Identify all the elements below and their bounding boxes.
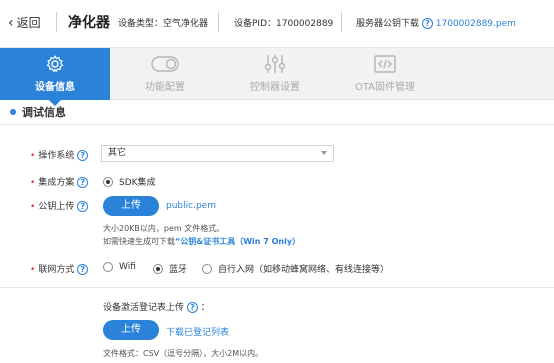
os-label: • 操作系统 ? [30, 148, 89, 161]
download-registered-list-link[interactable]: 下载已登记列表 [166, 325, 229, 338]
section-title-text: 调试信息 [22, 106, 66, 119]
key-tool-hint: 如需快速生成可下载“公钥&证书工具（Win 7 Only） [103, 236, 300, 247]
tab-label: 控制器设置 [250, 82, 300, 93]
radio-checked-icon [153, 263, 163, 274]
bullet-dot [10, 109, 16, 115]
required-asterisk: • [30, 202, 36, 212]
required-asterisk: • [30, 151, 36, 161]
gear-icon [0, 48, 110, 78]
tab-ota-firmware[interactable]: OTA固件管理 [330, 48, 440, 100]
server-key-download: 服务器公钥下载 ? 1700002889.pem [356, 16, 516, 29]
radio-label: SDK集成 [119, 178, 156, 188]
colon: ： [200, 303, 210, 313]
chevron-left-icon: ‹ [8, 14, 14, 31]
toggle-icon [110, 48, 220, 78]
radio-label: 蓝牙 [169, 265, 188, 275]
help-icon[interactable]: ? [186, 302, 198, 313]
integration-radio-sdk[interactable]: SDK集成 [103, 175, 156, 188]
radio-label: Wifi [119, 262, 136, 272]
tab-label: 功能配置 [145, 82, 185, 93]
key-tool-link[interactable]: “公钥&证书工具（Win 7 Only） [175, 237, 300, 246]
divider [218, 12, 219, 32]
required-asterisk: • [30, 178, 36, 188]
os-select-value: 其它 [108, 148, 127, 158]
network-radio-self[interactable]: 自行入网（如移动蜂窝网络、有线连接等） [202, 262, 389, 275]
integration-label-text: 集成方案 [38, 178, 75, 188]
radio-unchecked-icon [202, 263, 212, 274]
tab-device-info[interactable]: 设备信息 [0, 48, 110, 106]
key-file-link[interactable]: public.pem [166, 201, 216, 211]
tab-controller-settings[interactable]: 控制器设置 [220, 48, 330, 100]
os-label-text: 操作系统 [38, 151, 75, 161]
tab-label: OTA固件管理 [354, 82, 416, 93]
network-label: • 联网方式 ? [30, 262, 89, 275]
key-upload-label-text: 公钥上传 [38, 202, 75, 212]
divider [56, 12, 57, 32]
activation-label: 设备激活登记表上传 ? ： [103, 300, 210, 313]
server-key-file-link[interactable]: 1700002889.pem [436, 19, 516, 29]
network-radio-wifi[interactable]: Wifi [103, 262, 136, 272]
key-upload-hint: 大小20KB以内，pem 文件格式。 [103, 224, 225, 233]
help-icon[interactable]: ? [421, 18, 433, 29]
caret-down-icon [321, 151, 327, 155]
tab-bar: 设备信息 功能配置 控制器设置 OTA固件管理 [0, 48, 554, 106]
help-icon[interactable]: ? [77, 201, 89, 212]
server-key-label: 服务器公钥下载 [356, 19, 420, 29]
divider [0, 287, 554, 288]
integration-label: • 集成方案 ? [30, 175, 89, 188]
network-radio-bluetooth[interactable]: 蓝牙 [153, 262, 187, 275]
back-label: 返回 [16, 16, 41, 30]
section-title: 调试信息 [10, 104, 66, 120]
device-pid: 设备PID：1700002889 [234, 19, 334, 29]
radio-label: 自行入网（如移动蜂窝网络、有线连接等） [218, 265, 390, 275]
firmware-icon [330, 48, 440, 78]
key-tool-hint-text: 如需快速生成可下载 [103, 237, 175, 246]
back-button[interactable]: ‹ 返回 [8, 14, 41, 31]
help-icon[interactable]: ? [77, 264, 89, 275]
radio-unchecked-icon [103, 262, 113, 272]
tab-label: 设备信息 [35, 82, 75, 93]
help-icon[interactable]: ? [77, 150, 89, 161]
activation-upload-button[interactable]: 上传 [103, 320, 159, 340]
required-asterisk: • [30, 265, 36, 275]
os-select[interactable]: 其它 [101, 145, 334, 162]
key-upload-button[interactable]: 上传 [103, 196, 159, 216]
page-title: 净化器 [68, 15, 110, 31]
radio-checked-icon [103, 176, 113, 187]
sliders-icon [220, 48, 330, 78]
tab-function-config[interactable]: 功能配置 [110, 48, 220, 100]
divider [341, 12, 342, 32]
help-icon[interactable]: ? [77, 177, 89, 188]
activation-hint: 文件格式：CSV（逗号分隔），大小2M以内。 [103, 349, 264, 358]
activation-label-text: 设备激活登记表上传 [103, 303, 185, 313]
key-upload-label: • 公钥上传 ? [30, 199, 89, 212]
top-bar: ‹ 返回 净化器 设备类型：空气净化器 设备PID：1700002889 服务器… [0, 0, 554, 48]
network-label-text: 联网方式 [38, 265, 75, 275]
divider [0, 124, 554, 125]
device-type: 设备类型：空气净化器 [118, 19, 209, 29]
